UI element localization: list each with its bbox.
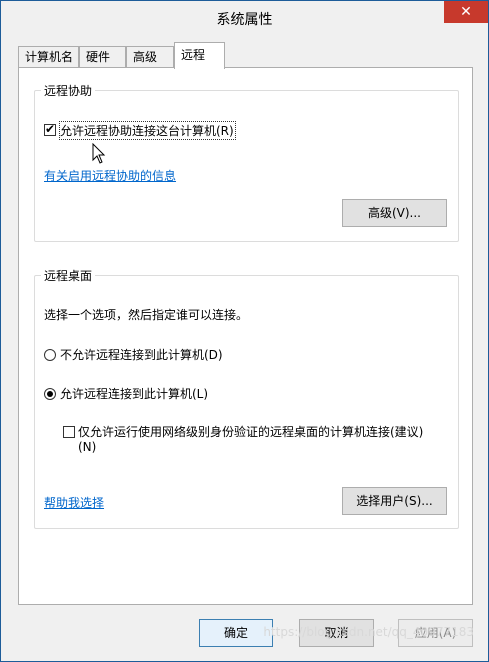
allow-remote-assistance-checkbox[interactable]: ✔ bbox=[44, 122, 56, 136]
remote-desktop-group: 远程桌面 选择一个选项，然后指定谁可以连接。 不允许远程连接到此计算机(D) 允… bbox=[34, 267, 459, 529]
tab-remote[interactable]: 远程 bbox=[174, 42, 225, 69]
remote-assistance-title: 远程协助 bbox=[41, 82, 96, 99]
nla-checkbox[interactable] bbox=[63, 426, 75, 438]
advanced-button[interactable]: 高级(V)... bbox=[342, 199, 447, 227]
window-title: 系统属性 bbox=[216, 12, 273, 28]
remote-desktop-title: 远程桌面 bbox=[41, 267, 96, 284]
tab-computer-name[interactable]: 计算机名 bbox=[18, 46, 79, 68]
mouse-cursor-icon bbox=[92, 143, 106, 164]
system-properties-dialog: 系统属性 ✕ 计算机名 硬件 高级 远程 远程协助 ✔ 允许远程协助连接这台计算… bbox=[0, 0, 489, 662]
nla-label-line2[interactable]: (N) bbox=[78, 440, 96, 454]
remote-desktop-instruction: 选择一个选项，然后指定谁可以连接。 bbox=[44, 308, 249, 322]
remote-assistance-info-link[interactable]: 有关启用远程协助的信息 bbox=[44, 167, 176, 184]
allow-remote-assistance-label[interactable]: 允许远程协助连接这台计算机(R) bbox=[60, 122, 234, 139]
deny-remote-label[interactable]: 不允许远程连接到此计算机(D) bbox=[60, 346, 223, 363]
help-me-choose-link[interactable]: 帮助我选择 bbox=[44, 494, 104, 511]
allow-remote-label[interactable]: 允许远程连接到此计算机(L) bbox=[60, 385, 208, 402]
select-users-button[interactable]: 选择用户(S)... bbox=[342, 487, 447, 515]
tab-advanced[interactable]: 高级 bbox=[126, 46, 174, 68]
cancel-button[interactable]: 取消 bbox=[299, 619, 374, 647]
tab-hardware[interactable]: 硬件 bbox=[79, 46, 126, 68]
nla-label-line1[interactable]: 仅允许运行使用网络级别身份验证的远程桌面的计算机连接(建议) bbox=[78, 423, 423, 440]
checkmark-icon: ✔ bbox=[45, 122, 56, 136]
close-button[interactable]: ✕ bbox=[444, 1, 488, 23]
radio-selected-dot bbox=[47, 391, 53, 397]
allow-remote-radio[interactable] bbox=[44, 388, 56, 400]
ok-button[interactable]: 确定 bbox=[199, 619, 273, 647]
remote-tab-panel: 远程协助 ✔ 允许远程协助连接这台计算机(R) 有关启用远程协助的信息 高级(V… bbox=[18, 67, 473, 605]
remote-assistance-group: 远程协助 ✔ 允许远程协助连接这台计算机(R) 有关启用远程协助的信息 高级(V… bbox=[34, 82, 459, 242]
title-bar[interactable]: 系统属性 ✕ bbox=[1, 1, 488, 35]
close-icon: ✕ bbox=[460, 4, 472, 20]
apply-button[interactable]: 应用(A) bbox=[398, 619, 473, 647]
deny-remote-radio[interactable] bbox=[44, 349, 56, 361]
